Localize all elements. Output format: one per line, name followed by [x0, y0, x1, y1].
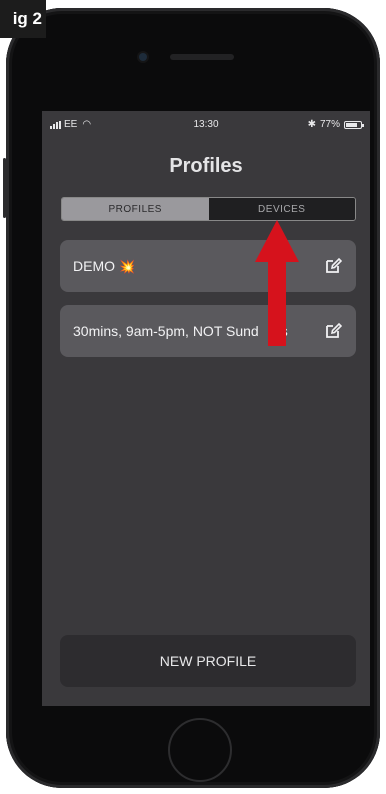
earpiece-speaker	[170, 54, 234, 60]
front-camera	[139, 53, 147, 61]
edit-icon[interactable]	[324, 322, 342, 340]
tab-profiles[interactable]: PROFILES	[62, 198, 209, 220]
profile-card-demo[interactable]: DEMO 💥	[60, 240, 356, 292]
edit-icon[interactable]	[324, 257, 342, 275]
app-screen: EE ◠ 13:30 ✱ 77% Profiles PROFILES DEVIC…	[42, 111, 370, 706]
spark-emoji-icon: 💥	[119, 258, 136, 274]
figure-label: ig 2	[0, 0, 46, 38]
page-title: Profiles	[169, 155, 243, 177]
phone-frame: EE ◠ 13:30 ✱ 77% Profiles PROFILES DEVIC…	[3, 8, 380, 788]
profile-card-schedule[interactable]: 30mins, 9am-5pm, NOT Sunds	[60, 305, 356, 357]
profile-label: DEMO 💥	[73, 257, 136, 274]
status-bar: EE ◠ 13:30 ✱ 77%	[42, 111, 370, 139]
red-annotation-arrow-icon	[255, 220, 299, 346]
tab-devices[interactable]: DEVICES	[208, 198, 355, 220]
battery-percent: 77%	[319, 119, 340, 130]
segmented-control: PROFILES DEVICES	[61, 197, 356, 221]
home-button[interactable]	[168, 718, 232, 782]
new-profile-button[interactable]: NEW PROFILE	[60, 635, 356, 687]
bluetooth-icon: ✱	[307, 119, 316, 130]
battery-icon	[344, 120, 364, 129]
